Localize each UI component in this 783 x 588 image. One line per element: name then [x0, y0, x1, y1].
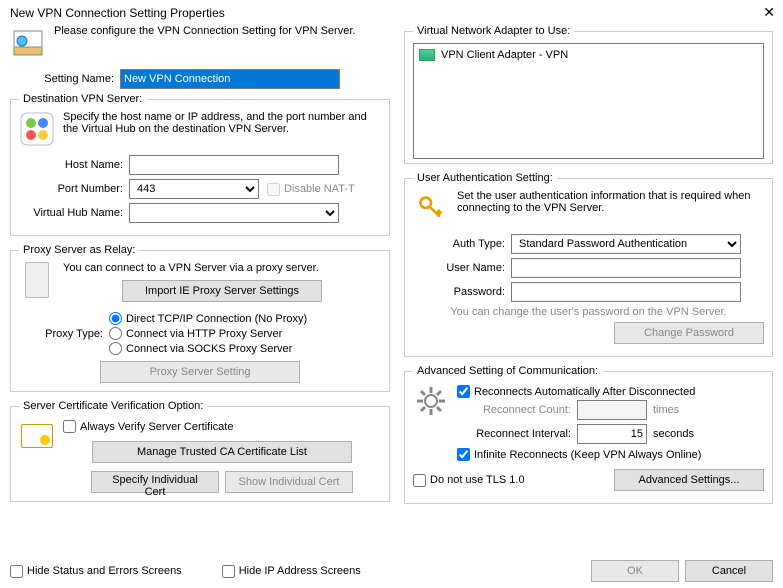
destination-group: Destination VPN Server: Specify the host…	[10, 93, 390, 236]
certificate-icon	[19, 418, 55, 454]
destination-legend: Destination VPN Server:	[19, 93, 146, 105]
setting-name-label: Setting Name:	[10, 73, 120, 85]
import-ie-proxy-button[interactable]: Import IE Proxy Server Settings	[122, 280, 322, 302]
advanced-legend: Advanced Setting of Communication:	[413, 365, 602, 377]
hide-status-label: Hide Status and Errors Screens	[27, 565, 182, 577]
reconnect-interval-input[interactable]	[577, 424, 647, 444]
proxy-socks-label: Connect via SOCKS Proxy Server	[126, 343, 292, 355]
adapter-icon	[419, 49, 435, 61]
change-password-button: Change Password	[614, 322, 764, 344]
user-name-input[interactable]	[511, 258, 741, 278]
close-icon[interactable]: ✕	[763, 4, 775, 21]
setting-name-input[interactable]	[120, 69, 340, 89]
adapter-legend: Virtual Network Adapter to Use:	[413, 25, 574, 37]
adapter-item-label: VPN Client Adapter - VPN	[441, 49, 568, 61]
adapter-group: Virtual Network Adapter to Use: VPN Clie…	[404, 25, 773, 164]
server-icon	[19, 111, 55, 147]
gear-icon	[413, 383, 449, 419]
proxy-settings-button: Proxy Server Setting	[100, 361, 300, 383]
reconnect-count-unit: times	[653, 404, 679, 416]
proxy-direct-label: Direct TCP/IP Connection (No Proxy)	[126, 313, 307, 325]
proxy-desc: You can connect to a VPN Server via a pr…	[63, 262, 381, 274]
adapter-listbox[interactable]: VPN Client Adapter - VPN	[413, 43, 764, 159]
vpn-icon	[10, 25, 46, 61]
password-input[interactable]	[511, 282, 741, 302]
hub-name-label: Virtual Hub Name:	[19, 207, 129, 219]
auth-legend: User Authentication Setting:	[413, 172, 557, 184]
proxy-http-label: Connect via HTTP Proxy Server	[126, 328, 282, 340]
proxy-server-icon	[19, 262, 55, 298]
specify-cert-button[interactable]: Specify Individual Cert	[91, 471, 219, 493]
cert-group: Server Certificate Verification Option: …	[10, 400, 390, 502]
infinite-reconnect-label: Infinite Reconnects (Keep VPN Always Onl…	[474, 449, 701, 461]
always-verify-checkbox[interactable]	[63, 420, 76, 433]
ok-button: OK	[591, 560, 679, 582]
proxy-legend: Proxy Server as Relay:	[19, 244, 139, 256]
password-label: Password:	[413, 286, 511, 298]
reconnect-count-input	[577, 400, 647, 420]
proxy-type-label: Proxy Type:	[19, 328, 109, 340]
auth-desc: Set the user authentication information …	[457, 190, 764, 214]
proxy-http-radio[interactable]	[109, 327, 122, 340]
disable-nat-checkbox	[267, 183, 280, 196]
destination-desc: Specify the host name or IP address, and…	[63, 111, 381, 135]
reconnect-interval-unit: seconds	[653, 428, 694, 440]
no-tls-label: Do not use TLS 1.0	[430, 474, 525, 486]
hide-ip-checkbox[interactable]	[222, 565, 235, 578]
host-name-input[interactable]	[129, 155, 339, 175]
port-number-select[interactable]: 443	[129, 179, 259, 199]
cert-legend: Server Certificate Verification Option:	[19, 400, 207, 412]
hide-ip-label: Hide IP Address Screens	[239, 565, 361, 577]
reconnect-auto-checkbox[interactable]	[457, 385, 470, 398]
password-note: You can change the user's password on th…	[413, 306, 764, 318]
reconnect-count-label: Reconnect Count:	[457, 404, 577, 416]
show-cert-button: Show Individual Cert	[225, 471, 353, 493]
user-name-label: User Name:	[413, 262, 511, 274]
no-tls-checkbox[interactable]	[413, 474, 426, 487]
proxy-direct-radio[interactable]	[109, 312, 122, 325]
auth-type-label: Auth Type:	[413, 238, 511, 250]
advanced-group: Advanced Setting of Communication: Recon…	[404, 365, 773, 504]
reconnect-interval-label: Reconnect Interval:	[457, 428, 577, 440]
intro-text: Please configure the VPN Connection Sett…	[54, 25, 355, 37]
cancel-button[interactable]: Cancel	[685, 560, 773, 582]
auth-group: User Authentication Setting: Set the use…	[404, 172, 773, 357]
disable-nat-label: Disable NAT-T	[284, 183, 355, 195]
host-name-label: Host Name:	[19, 159, 129, 171]
auth-type-select[interactable]: Standard Password Authentication	[511, 234, 741, 254]
manage-ca-button[interactable]: Manage Trusted CA Certificate List	[92, 441, 352, 463]
advanced-settings-button[interactable]: Advanced Settings...	[614, 469, 764, 491]
hub-name-select[interactable]	[129, 203, 339, 223]
always-verify-label: Always Verify Server Certificate	[80, 421, 233, 433]
window-title: New VPN Connection Setting Properties	[10, 6, 225, 20]
infinite-reconnect-checkbox[interactable]	[457, 448, 470, 461]
reconnect-auto-label: Reconnects Automatically After Disconnec…	[474, 386, 695, 398]
adapter-item[interactable]: VPN Client Adapter - VPN	[418, 48, 759, 62]
port-number-label: Port Number:	[19, 183, 129, 195]
proxy-socks-radio[interactable]	[109, 342, 122, 355]
key-icon	[413, 190, 449, 226]
hide-status-checkbox[interactable]	[10, 565, 23, 578]
proxy-group: Proxy Server as Relay: You can connect t…	[10, 244, 390, 392]
